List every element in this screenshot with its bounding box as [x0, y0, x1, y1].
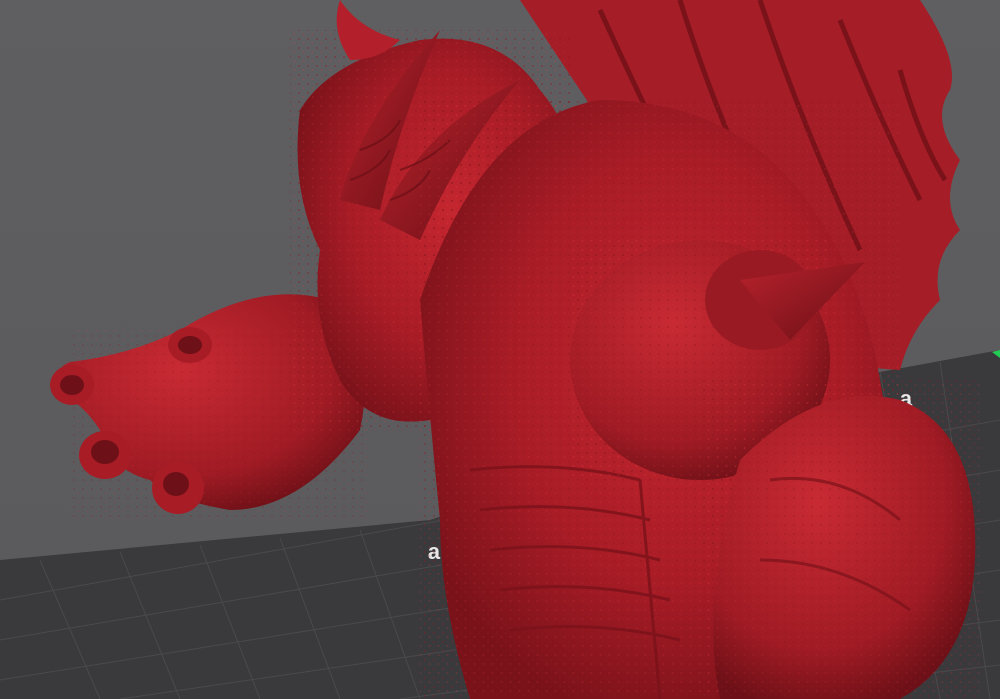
model-near-arm	[700, 380, 980, 699]
3d-viewport[interactable]: ɐ ɐ	[0, 0, 1000, 699]
scene-canvas[interactable]: ɐ ɐ	[0, 0, 1000, 699]
